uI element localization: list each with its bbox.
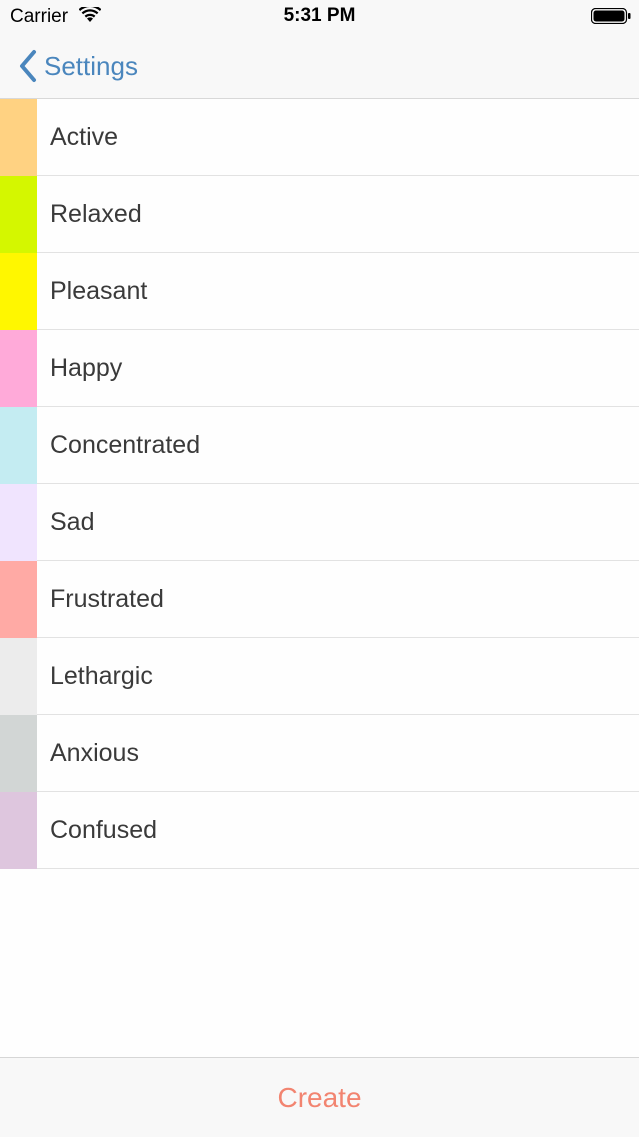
mood-label: Happy: [50, 354, 123, 382]
navigation-bar: Settings: [0, 34, 639, 99]
mood-row-active[interactable]: Active: [0, 99, 639, 176]
color-swatch: [0, 638, 37, 715]
mood-label: Anxious: [50, 739, 139, 767]
mood-row-concentrated[interactable]: Concentrated: [0, 407, 639, 484]
mood-row-lethargic[interactable]: Lethargic: [0, 638, 639, 715]
battery-icon: [590, 7, 631, 25]
mood-label: Lethargic: [50, 662, 153, 690]
color-swatch: [0, 561, 37, 638]
status-bar: Carrier 5:31 PM: [0, 0, 639, 34]
mood-label: Relaxed: [50, 200, 142, 228]
back-button-label: Settings: [44, 50, 138, 81]
mood-row-confused[interactable]: Confused: [0, 792, 639, 869]
mood-label: Confused: [50, 816, 158, 844]
mood-row-frustrated[interactable]: Frustrated: [0, 561, 639, 638]
clock: 5:31 PM: [283, 5, 356, 26]
color-swatch: [0, 407, 37, 484]
back-button[interactable]: Settings: [18, 48, 138, 84]
color-swatch: [0, 330, 37, 407]
mood-label: Concentrated: [50, 431, 201, 459]
mood-label: Active: [50, 123, 119, 151]
color-swatch: [0, 99, 37, 176]
color-swatch: [0, 715, 37, 792]
mood-row-pleasant[interactable]: Pleasant: [0, 253, 639, 330]
mood-label: Frustrated: [50, 585, 164, 613]
mood-label: Sad: [50, 508, 95, 536]
chevron-left-icon: [18, 49, 38, 83]
mood-label: Pleasant: [50, 277, 148, 305]
bottom-toolbar: Create: [0, 1057, 639, 1137]
color-swatch: [0, 484, 37, 561]
mood-row-happy[interactable]: Happy: [0, 330, 639, 407]
mood-row-anxious[interactable]: Anxious: [0, 715, 639, 792]
color-swatch: [0, 253, 37, 330]
mood-list: Active Relaxed Pleasant Happy Concentrat…: [0, 99, 639, 869]
mood-row-relaxed[interactable]: Relaxed: [0, 176, 639, 253]
mood-row-sad[interactable]: Sad: [0, 484, 639, 561]
color-swatch: [0, 176, 37, 253]
create-button[interactable]: Create: [0, 1058, 639, 1137]
color-swatch: [0, 792, 37, 869]
